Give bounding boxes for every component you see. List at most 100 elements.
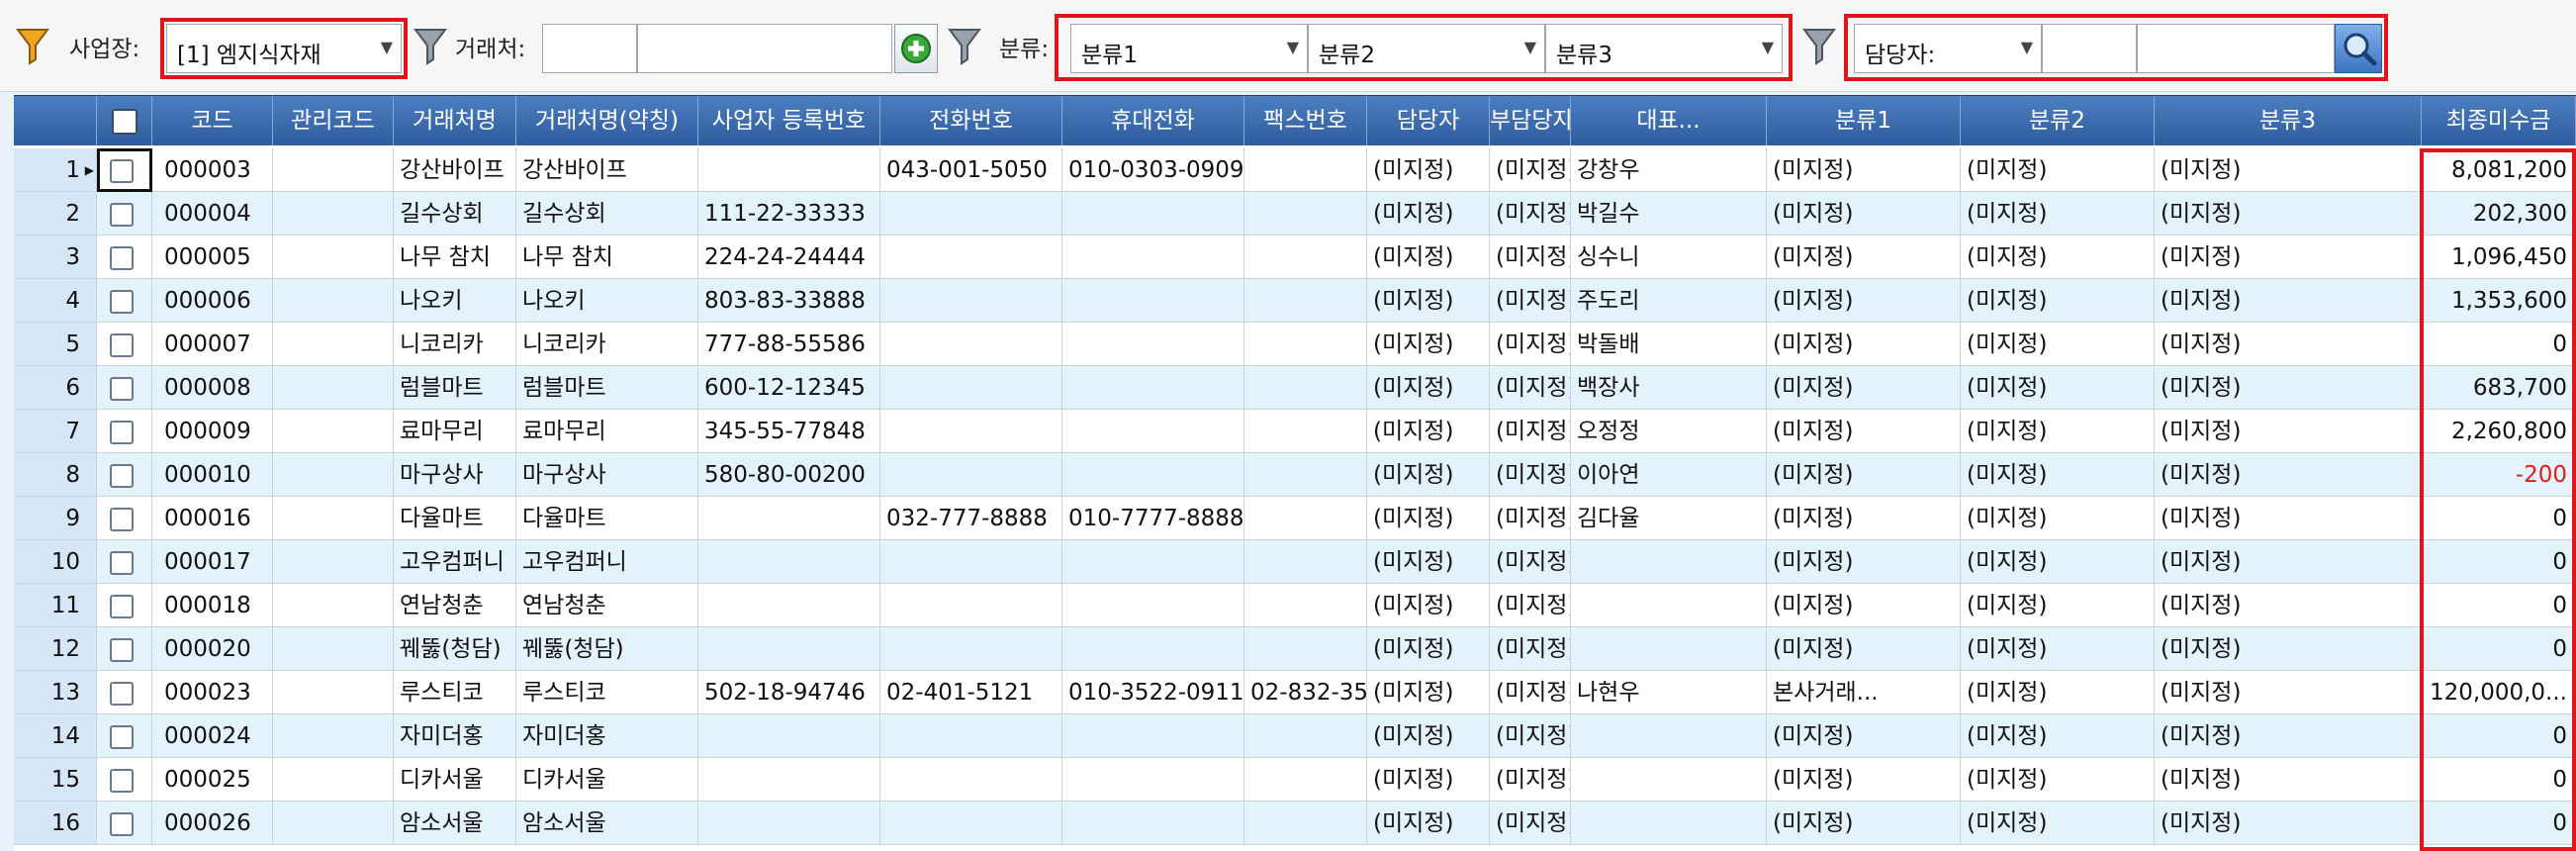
row-checkbox-cell[interactable] bbox=[97, 192, 152, 236]
table-row[interactable]: 8 000010 마구상사 마구상사 580-80-00200 (미지정) (미지정) 이아연… bbox=[14, 453, 2576, 497]
mgmt-code-cell[interactable] bbox=[273, 497, 394, 540]
short-name-cell[interactable]: 료마무리 bbox=[516, 410, 698, 453]
mgmt-code-cell[interactable] bbox=[273, 540, 394, 584]
table-row[interactable]: 3 000005 나무 참치 나무 참치 224-24-24444 (미지정) (미지정) 싱… bbox=[14, 236, 2576, 279]
fax-cell[interactable] bbox=[1244, 802, 1367, 845]
short-name-cell[interactable]: 연남청춘 bbox=[516, 584, 698, 627]
sub-manager-cell[interactable]: (미지정) bbox=[1490, 148, 1571, 192]
category3-cell[interactable]: (미지정) bbox=[2155, 627, 2422, 671]
category1-cell[interactable]: (미지정) bbox=[1767, 802, 1961, 845]
select-all-checkbox[interactable] bbox=[111, 108, 138, 135]
filter-icon[interactable] bbox=[16, 26, 49, 65]
sub-manager-cell[interactable]: (미지정) bbox=[1490, 758, 1571, 802]
rep-cell[interactable]: 박길수 bbox=[1571, 192, 1767, 236]
sub-manager-cell[interactable]: (미지정) bbox=[1490, 714, 1571, 758]
row-checkbox[interactable] bbox=[109, 724, 134, 749]
manager-cell[interactable]: (미지정) bbox=[1367, 323, 1490, 366]
sub-manager-cell[interactable]: (미지정) bbox=[1490, 627, 1571, 671]
manager-cell[interactable]: (미지정) bbox=[1367, 236, 1490, 279]
row-checkbox[interactable] bbox=[109, 637, 134, 662]
fax-cell[interactable] bbox=[1244, 540, 1367, 584]
manager-cell[interactable]: (미지정) bbox=[1367, 758, 1490, 802]
mobile-cell[interactable] bbox=[1062, 366, 1244, 410]
name-cell[interactable]: 럼블마트 bbox=[394, 366, 516, 410]
category2-cell[interactable]: (미지정) bbox=[1961, 497, 2155, 540]
name-cell[interactable]: 고우컴퍼니 bbox=[394, 540, 516, 584]
name-cell[interactable]: 나오키 bbox=[394, 279, 516, 323]
biz-no-cell[interactable] bbox=[698, 802, 880, 845]
category2-cell[interactable]: (미지정) bbox=[1961, 453, 2155, 497]
table-row[interactable]: 15 000025 디카서울 디카서울 (미지정) (미지정) (미지정) (미지정) (미지정… bbox=[14, 758, 2576, 802]
name-cell[interactable]: 디카서울 bbox=[394, 758, 516, 802]
fax-cell[interactable] bbox=[1244, 758, 1367, 802]
category2-cell[interactable]: (미지정) bbox=[1961, 671, 2155, 714]
mobile-cell[interactable] bbox=[1062, 584, 1244, 627]
sub-manager-cell[interactable]: (미지정) bbox=[1490, 279, 1571, 323]
table-row[interactable]: 12 000020 꿰뚫(청담) 꿰뚫(청담) (미지정) (미지정) (미지정) (미지정)… bbox=[14, 627, 2576, 671]
short-name-cell[interactable]: 루스티코 bbox=[516, 671, 698, 714]
short-name-cell[interactable]: 길수상회 bbox=[516, 192, 698, 236]
row-checkbox[interactable] bbox=[109, 158, 134, 183]
manager-cell[interactable]: (미지정) bbox=[1367, 627, 1490, 671]
manager-cell[interactable]: (미지정) bbox=[1367, 540, 1490, 584]
name-cell[interactable]: 다율마트 bbox=[394, 497, 516, 540]
short-name-cell[interactable]: 디카서울 bbox=[516, 758, 698, 802]
sub-manager-cell[interactable]: (미지정) bbox=[1490, 236, 1571, 279]
biz-no-cell[interactable]: 345-55-77848 bbox=[698, 410, 880, 453]
table-row[interactable]: 9 000016 다율마트 다율마트 032-777-8888 010-7777-8888… bbox=[14, 497, 2576, 540]
fax-cell[interactable] bbox=[1244, 366, 1367, 410]
row-checkbox[interactable] bbox=[109, 463, 134, 488]
tel-cell[interactable] bbox=[880, 714, 1062, 758]
row-checkbox-cell[interactable] bbox=[97, 714, 152, 758]
category1-cell[interactable]: (미지정) bbox=[1767, 279, 1961, 323]
manager-name-input[interactable] bbox=[2137, 24, 2335, 73]
biz-no-cell[interactable] bbox=[698, 714, 880, 758]
category3-cell[interactable]: (미지정) bbox=[2155, 714, 2422, 758]
row-checkbox-cell[interactable] bbox=[97, 366, 152, 410]
mobile-cell[interactable] bbox=[1062, 453, 1244, 497]
amount-header[interactable]: 최종미수금 bbox=[2422, 96, 2576, 145]
name-cell[interactable]: 마구상사 bbox=[394, 453, 516, 497]
filter-icon[interactable] bbox=[414, 26, 447, 65]
category1-cell[interactable]: 본사거래... bbox=[1767, 671, 1961, 714]
tel-cell[interactable] bbox=[880, 627, 1062, 671]
tel-cell[interactable] bbox=[880, 279, 1062, 323]
biz-no-cell[interactable]: 580-80-00200 bbox=[698, 453, 880, 497]
fax-cell[interactable] bbox=[1244, 453, 1367, 497]
fax-cell[interactable]: 02-832-3555 bbox=[1244, 671, 1367, 714]
mgmt-code-cell[interactable] bbox=[273, 453, 394, 497]
short-name-header[interactable]: 거래처명(약칭) bbox=[516, 96, 698, 145]
category3-cell[interactable]: (미지정) bbox=[2155, 236, 2422, 279]
mgmt-code-cell[interactable] bbox=[273, 802, 394, 845]
tel-cell[interactable] bbox=[880, 236, 1062, 279]
mobile-cell[interactable] bbox=[1062, 410, 1244, 453]
category3-cell[interactable]: (미지정) bbox=[2155, 279, 2422, 323]
filter-icon[interactable] bbox=[1802, 26, 1836, 65]
tel-cell[interactable] bbox=[880, 366, 1062, 410]
rep-cell[interactable] bbox=[1571, 714, 1767, 758]
manager-cell[interactable]: (미지정) bbox=[1367, 802, 1490, 845]
row-checkbox[interactable] bbox=[109, 768, 134, 793]
category3-cell[interactable]: (미지정) bbox=[2155, 366, 2422, 410]
mgmt-code-cell[interactable] bbox=[273, 714, 394, 758]
code-cell[interactable]: 000003 bbox=[152, 148, 273, 192]
table-row[interactable]: 4 000006 나오키 나오키 803-83-33888 (미지정) (미지정) 주도리 (미… bbox=[14, 279, 2576, 323]
sub-manager-header[interactable]: 부담당자▲ bbox=[1490, 96, 1571, 145]
name-cell[interactable]: 암소서울 bbox=[394, 802, 516, 845]
row-checkbox[interactable] bbox=[109, 550, 134, 575]
category2-cell[interactable]: (미지정) bbox=[1961, 410, 2155, 453]
manager-code-input[interactable] bbox=[2042, 24, 2137, 73]
table-row[interactable]: 10 000017 고우컴퍼니 고우컴퍼니 (미지정) (미지정) (미지정) (미지정) (미… bbox=[14, 540, 2576, 584]
row-checkbox-cell[interactable] bbox=[97, 453, 152, 497]
search-button[interactable] bbox=[2335, 24, 2382, 73]
category1-cell[interactable]: (미지정) bbox=[1767, 714, 1961, 758]
table-row[interactable]: 13 000023 루스티코 루스티코 502-18-94746 02-401-5121 0… bbox=[14, 671, 2576, 714]
manager-cell[interactable]: (미지정) bbox=[1367, 453, 1490, 497]
mobile-cell[interactable]: 010-7777-8888 bbox=[1062, 497, 1244, 540]
category1-cell[interactable]: (미지정) bbox=[1767, 453, 1961, 497]
biz-no-cell[interactable] bbox=[698, 627, 880, 671]
short-name-cell[interactable]: 자미더홍 bbox=[516, 714, 698, 758]
mgmt-code-cell[interactable] bbox=[273, 671, 394, 714]
row-checkbox[interactable] bbox=[109, 420, 134, 444]
table-row[interactable]: 5 000007 니코리카 니코리카 777-88-55586 (미지정) (미지정) 박돌배… bbox=[14, 323, 2576, 366]
